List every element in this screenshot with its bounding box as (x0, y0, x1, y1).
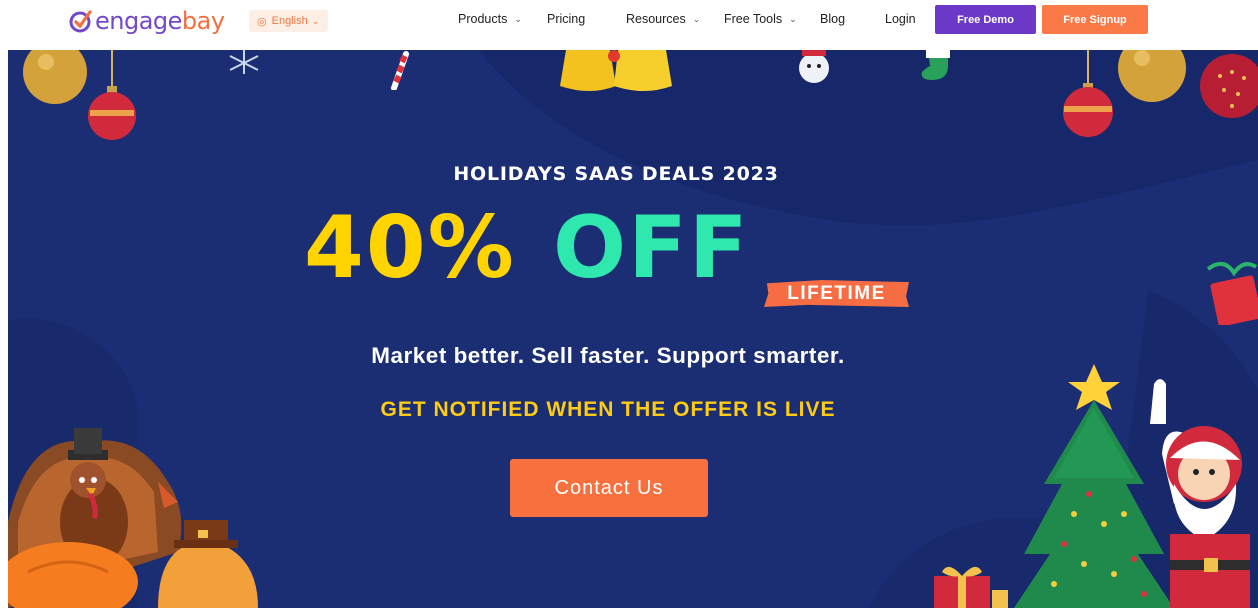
logo-text: engagebay (95, 7, 225, 35)
nav-label: Products (458, 12, 508, 26)
nav-item-resources[interactable]: Resources ⌄ (626, 12, 700, 26)
bell-icon (560, 50, 672, 91)
nav-item-login[interactable]: Login (885, 12, 916, 26)
ornament-icon (1118, 50, 1186, 102)
ornament-icon (1200, 54, 1258, 118)
logo-mark-icon (69, 10, 92, 33)
lifetime-badge: LIFETIME (764, 280, 909, 307)
ornament-icon (23, 50, 87, 104)
logo-suffix: bay (181, 7, 225, 35)
holiday-deals-hero: HOLIDAYS SAAS DEALS 2023 40% OFF LIFETIM… (8, 50, 1258, 608)
chevron-down-icon: ⌄ (311, 15, 320, 26)
nav-label: Blog (820, 12, 846, 26)
nav-item-pricing[interactable]: Pricing (547, 12, 585, 26)
ornament-icon (1063, 50, 1113, 137)
free-demo-button[interactable]: Free Demo (935, 5, 1036, 34)
nav-label: Pricing (547, 12, 586, 26)
contact-us-button[interactable]: Contact Us (510, 459, 708, 517)
nav-item-blog[interactable]: Blog (820, 12, 845, 26)
free-signup-button[interactable]: Free Signup (1042, 5, 1148, 34)
candy-cane-icon (391, 51, 409, 90)
nav-label: Free Tools (724, 12, 783, 26)
stocking-icon (921, 50, 950, 80)
language-selector[interactable]: ◎ English ⌄ (249, 10, 328, 32)
nav-label: Resources (626, 12, 686, 26)
ornament-icon (88, 50, 136, 140)
christmas-tree-icon (1014, 364, 1250, 608)
nav-item-free-tools[interactable]: Free Tools ⌄ (724, 12, 797, 26)
language-label: English (271, 15, 308, 27)
chevron-down-icon: ⌄ (789, 13, 797, 24)
snowflake-icon (229, 50, 259, 74)
globe-icon: ◎ (257, 15, 267, 28)
discount-off: OFF (553, 198, 750, 298)
nav-label: Login (885, 12, 916, 26)
turkey-icon (8, 428, 258, 608)
nav-item-products[interactable]: Products ⌄ (458, 12, 522, 26)
snowman-icon (799, 50, 829, 83)
gift-icon (1206, 261, 1258, 325)
gift-icon (934, 566, 1008, 608)
hero-kicker: HOLIDAYS SAAS DEALS 2023 (453, 163, 779, 185)
logo-prefix: engage (95, 7, 182, 35)
chevron-down-icon: ⌄ (514, 13, 522, 24)
discount-percent: 40% (304, 198, 516, 298)
chevron-down-icon: ⌄ (692, 13, 701, 24)
top-navigation: engagebay ◎ English ⌄ Products ⌄ Pricing… (0, 0, 1258, 50)
engagebay-logo[interactable]: engagebay (68, 6, 225, 36)
